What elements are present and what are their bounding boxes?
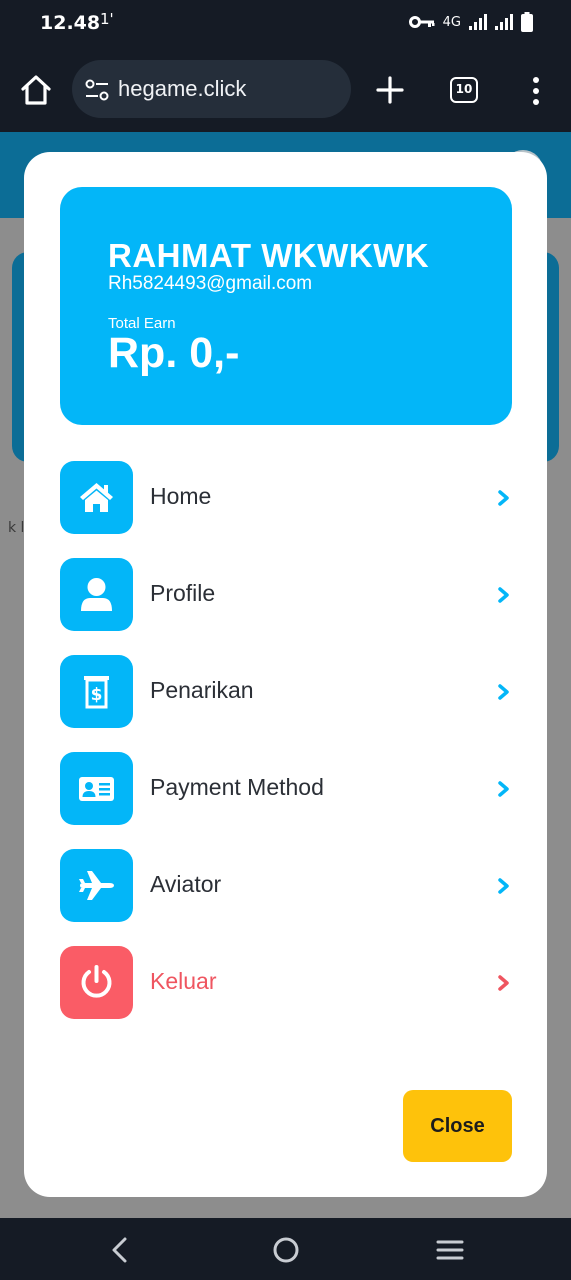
- battery-icon: [521, 12, 533, 32]
- sidebar-modal: RAHMAT WKWKWK Rh5824493@gmail.com Total …: [24, 152, 547, 1197]
- network-type: 4G: [442, 14, 461, 30]
- profile-card: RAHMAT WKWKWK Rh5824493@gmail.com Total …: [60, 187, 512, 425]
- menu-label-payment-method: Payment Method: [150, 774, 324, 800]
- menu-item-home[interactable]: Home: [60, 461, 512, 535]
- status-time: 12.48: [40, 12, 101, 34]
- plane-icon: [79, 871, 114, 900]
- close-button[interactable]: Close: [403, 1090, 512, 1162]
- home-circle-icon[interactable]: [271, 1235, 301, 1265]
- site-settings-icon[interactable]: [84, 77, 110, 103]
- address-bar[interactable]: hegame.click: [72, 60, 351, 118]
- penarikan-icon-box: $: [60, 655, 133, 728]
- plus-icon[interactable]: [372, 72, 408, 108]
- user-icon: [81, 578, 112, 611]
- more-vert-icon[interactable]: [524, 74, 548, 108]
- menu-item-keluar[interactable]: Keluar: [60, 946, 512, 1020]
- menu-item-aviator[interactable]: Aviator: [60, 849, 512, 923]
- chevron-right-icon: [498, 684, 509, 700]
- home-icon-box: [60, 461, 133, 534]
- tabs-button[interactable]: 10: [450, 77, 478, 103]
- signal-icon: [495, 14, 513, 30]
- chevron-right-icon: [498, 490, 509, 506]
- background-text: k l: [8, 520, 25, 536]
- menu-label-profile: Profile: [150, 580, 216, 606]
- menu-item-payment-method[interactable]: Payment Method: [60, 752, 512, 826]
- keluar-icon-box: [60, 946, 133, 1019]
- chevron-right-icon: [498, 781, 509, 797]
- system-nav-bar: [0, 1218, 571, 1280]
- profile-icon-box: [60, 558, 133, 631]
- menu-item-profile[interactable]: Profile: [60, 558, 512, 632]
- status-icons: 4G: [408, 12, 533, 32]
- browser-toolbar: hegame.click 10: [0, 48, 571, 132]
- user-email: Rh5824493@gmail.com: [108, 273, 313, 294]
- home-icon[interactable]: [18, 72, 54, 108]
- menu-item-penarikan[interactable]: $ Penarikan: [60, 655, 512, 729]
- home-icon: [80, 483, 113, 512]
- power-icon: [81, 965, 112, 998]
- menu-label-keluar: Keluar: [150, 968, 217, 994]
- menu-label-penarikan: Penarikan: [150, 677, 254, 703]
- chevron-right-icon: [498, 975, 509, 991]
- signal-icon: [469, 14, 487, 30]
- status-bar: 12.48 1' 4G: [0, 0, 571, 48]
- id-card-icon: [79, 777, 114, 801]
- menu-label-home: Home: [150, 483, 212, 509]
- menu-label-aviator: Aviator: [150, 871, 222, 897]
- money-withdraw-icon: $: [84, 676, 109, 709]
- recents-menu-icon[interactable]: [435, 1235, 465, 1265]
- user-name: RAHMAT WKWKWK: [108, 237, 430, 274]
- chevron-right-icon: [498, 587, 509, 603]
- payment-icon-box: [60, 752, 133, 825]
- chevron-right-icon: [498, 878, 509, 894]
- key-icon: [408, 16, 435, 28]
- notification-indicator: 1': [100, 10, 114, 28]
- back-icon[interactable]: [106, 1235, 136, 1265]
- svg-text:$: $: [91, 685, 103, 705]
- total-earn-value: Rp. 0,-: [108, 329, 240, 377]
- aviator-icon-box: [60, 849, 133, 922]
- url-text[interactable]: hegame.click: [118, 76, 246, 102]
